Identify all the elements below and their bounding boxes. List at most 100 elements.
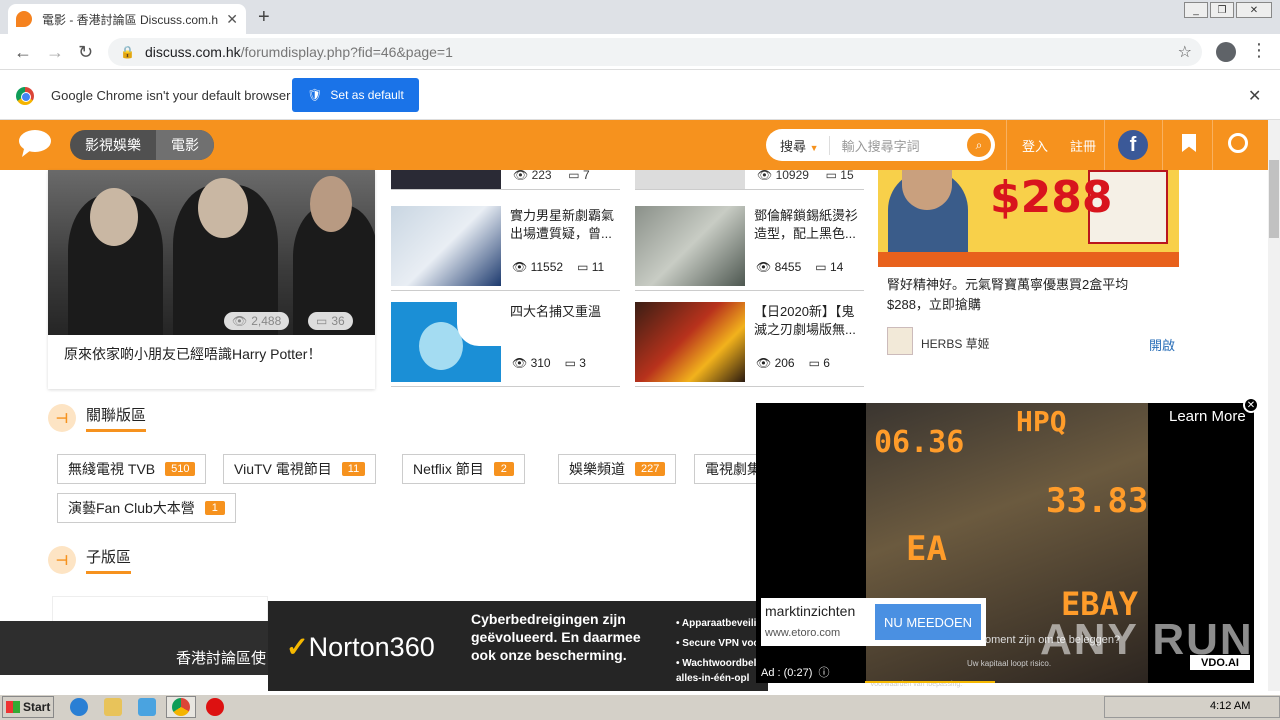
featured-card[interactable]: 👁 2,488 ▭ 36 原來依家啲小朋友已經唔識Harry Potter！ bbox=[48, 170, 375, 389]
tray-clock[interactable]: 4:12 AM bbox=[1210, 700, 1250, 712]
side-ad-price: $288 bbox=[990, 172, 1113, 223]
related-tag[interactable]: ViuTV 電視節目 11 bbox=[223, 454, 377, 484]
risk-notice: Uw kapitaal loopt risico. bbox=[967, 659, 1052, 668]
start-button[interactable]: Start bbox=[2, 696, 54, 718]
cta-button[interactable]: NU MEEDOEN bbox=[875, 604, 981, 640]
learn-more-link[interactable]: Learn More bbox=[1169, 408, 1246, 425]
article-thumbnail bbox=[635, 206, 745, 286]
forward-icon[interactable]: → bbox=[46, 42, 64, 63]
advertiser-site[interactable]: www.etoro.com bbox=[765, 627, 840, 639]
register-link[interactable]: 註冊 bbox=[1070, 136, 1096, 155]
related-section-header: ⊣ 關聯版區 bbox=[48, 404, 147, 432]
side-ad-brand: HERBS 草姬 bbox=[921, 337, 990, 351]
info-icon: ⓘ bbox=[818, 667, 830, 679]
video-close-icon[interactable]: ✕ bbox=[1243, 397, 1259, 413]
search-type-select[interactable]: 搜尋 ▼ bbox=[766, 135, 830, 155]
side-ad-open-link[interactable]: 開啟 bbox=[1149, 335, 1175, 354]
lock-icon: 🔒 bbox=[120, 45, 135, 59]
login-link[interactable]: 登入 bbox=[1022, 136, 1048, 155]
back-icon[interactable]: ← bbox=[14, 42, 32, 63]
norton-bullets: • Apparaatbeveili • Secure VPN voo • Wac… bbox=[676, 618, 760, 684]
side-ad-text[interactable]: 腎好精神好。元氣腎寶萬寧優惠買2盒平均$288，立即搶購 bbox=[887, 275, 1167, 315]
article-stats: 👁 310 ▭ 3 bbox=[512, 356, 586, 370]
herbs-logo-icon bbox=[887, 327, 913, 355]
window-close-icon[interactable]: ✕ bbox=[1236, 2, 1272, 18]
featured-title[interactable]: 原來依家啲小朋友已經唔識Harry Potter！ bbox=[64, 344, 321, 364]
related-tag[interactable]: 娛樂頻道 227 bbox=[558, 454, 677, 484]
scrollbar-thumb[interactable] bbox=[1269, 160, 1279, 238]
bookmark-star-icon[interactable]: ☆ bbox=[1178, 42, 1192, 62]
featured-comments-badge: ▭ 36 bbox=[308, 312, 353, 330]
search-input[interactable]: 輸入搜尋字詞 bbox=[830, 136, 967, 155]
url-path: /forumdisplay.php?fid=46&page=1 bbox=[240, 44, 453, 60]
anyrun-watermark: ANY RUN bbox=[1040, 615, 1254, 664]
system-tray bbox=[1104, 696, 1280, 718]
explorer-icon[interactable] bbox=[104, 698, 122, 716]
navigation-bar: ← → ↻ 🔒 discuss.com.hk/forumdisplay.php?… bbox=[0, 34, 1280, 70]
norton-headline: Cyberbedreigingen zijn geëvolueerd. En d… bbox=[471, 611, 641, 663]
default-browser-infobar: Google Chrome isn't your default browser… bbox=[0, 70, 1280, 120]
media-player-icon[interactable] bbox=[138, 698, 156, 716]
windows-logo-icon bbox=[6, 701, 20, 713]
eye-icon: 👁 bbox=[232, 314, 248, 328]
signpost-icon: ⊣ bbox=[48, 404, 76, 432]
chrome-logo-icon bbox=[16, 87, 34, 105]
discuss-logo-icon[interactable] bbox=[18, 129, 52, 157]
featured-image: 👁 2,488 ▭ 36 bbox=[48, 170, 375, 335]
facebook-icon[interactable]: f bbox=[1118, 130, 1148, 160]
bookmark-icon[interactable] bbox=[1182, 134, 1196, 152]
related-section-title: 關聯版區 bbox=[86, 404, 147, 432]
search-box: 搜尋 ▼ 輸入搜尋字詞 ⌕ bbox=[766, 129, 995, 161]
comment-icon: ▭ bbox=[316, 314, 328, 328]
article-stats: 👁 206 ▭ 6 bbox=[756, 356, 830, 370]
category-sub-link[interactable]: 電影 bbox=[156, 130, 214, 160]
related-tag[interactable]: 無綫電視 TVB 510 bbox=[57, 454, 207, 484]
article-title[interactable]: 鄧倫解鎖錫紙燙衫造型，配上黑色... bbox=[754, 207, 866, 243]
partial-stats-left: 👁 223 ▭ 7 bbox=[513, 168, 590, 182]
subforum-section-header: ⊣ 子版區 bbox=[48, 546, 132, 574]
restore-icon[interactable]: ❐ bbox=[1210, 2, 1234, 18]
set-as-default-button[interactable]: 🛡 Set as default bbox=[292, 78, 419, 112]
infobar-message: Google Chrome isn't your default browser bbox=[51, 88, 291, 103]
article-card[interactable]: 【日2020新】【鬼滅之刃劇場版無... 👁 206 ▭ 6 bbox=[635, 302, 864, 387]
partial-stats-right: 👁 10929 ▭ 15 bbox=[757, 168, 854, 182]
article-stats: 👁 8455 ▭ 14 bbox=[756, 260, 844, 274]
shield-icon: 🛡 bbox=[307, 88, 323, 102]
related-tag[interactable]: 演藝Fan Club大本營 1 bbox=[57, 493, 236, 523]
tab-close-icon[interactable]: ✕ bbox=[226, 11, 238, 28]
article-title[interactable]: 四大名捕又重溫 bbox=[510, 303, 622, 321]
bottom-notice-text: 香港討論區使 bbox=[176, 650, 267, 667]
article-card[interactable]: 鄧倫解鎖錫紙燙衫造型，配上黑色... 👁 8455 ▭ 14 bbox=[635, 206, 864, 291]
reload-icon[interactable]: ↻ bbox=[78, 42, 93, 63]
security-app-icon[interactable] bbox=[206, 698, 224, 716]
search-icon[interactable]: ⌕ bbox=[967, 133, 991, 157]
category-main-link[interactable]: 影視娛樂 bbox=[70, 130, 156, 160]
article-card[interactable]: 四大名捕又重溫 👁 310 ▭ 3 bbox=[391, 302, 620, 387]
article-title[interactable]: 實力男星新劇霸氣出場遭質疑，曾... bbox=[510, 207, 622, 243]
article-thumbnail bbox=[391, 302, 501, 382]
set-as-default-label: Set as default bbox=[330, 88, 404, 102]
menu-kebab-icon[interactable]: ⋮ bbox=[1250, 40, 1268, 61]
infobar-close-icon[interactable]: ✕ bbox=[1248, 86, 1261, 106]
related-tag[interactable]: Netflix 節目 2 bbox=[402, 454, 525, 484]
url-domain: discuss.com.hk bbox=[144, 44, 241, 60]
article-card[interactable]: 實力男星新劇霸氣出場遭質疑，曾... 👁 11552 ▭ 11 bbox=[391, 206, 620, 291]
address-bar[interactable]: 🔒 discuss.com.hk/forumdisplay.php?fid=46… bbox=[108, 38, 1202, 66]
category-breadcrumb: 影視娛樂 電影 bbox=[70, 130, 214, 160]
advertiser-name: marktinzichten bbox=[765, 603, 856, 619]
ie-icon[interactable] bbox=[70, 698, 88, 716]
article-title[interactable]: 【日2020新】【鬼滅之刃劇場版無... bbox=[754, 303, 866, 339]
minimize-icon[interactable]: _ bbox=[1184, 2, 1208, 18]
thumbnail-partial[interactable] bbox=[635, 170, 745, 189]
thumbnail-partial[interactable] bbox=[391, 170, 501, 189]
video-progress bbox=[865, 681, 995, 683]
article-thumbnail bbox=[635, 302, 745, 382]
browser-tab[interactable]: 電影 - 香港討論區 Discuss.com.hk - ✕ bbox=[8, 4, 246, 34]
article-stats: 👁 11552 ▭ 11 bbox=[512, 260, 605, 274]
site-header: 影視娛樂 電影 搜尋 ▼ 輸入搜尋字詞 ⌕ 登入 註冊 f bbox=[0, 120, 1268, 170]
history-clock-icon[interactable] bbox=[1228, 133, 1248, 153]
new-tab-icon[interactable]: + bbox=[258, 6, 270, 29]
account-icon[interactable] bbox=[1216, 42, 1236, 62]
signpost-icon: ⊣ bbox=[48, 546, 76, 574]
chrome-icon bbox=[172, 698, 190, 716]
